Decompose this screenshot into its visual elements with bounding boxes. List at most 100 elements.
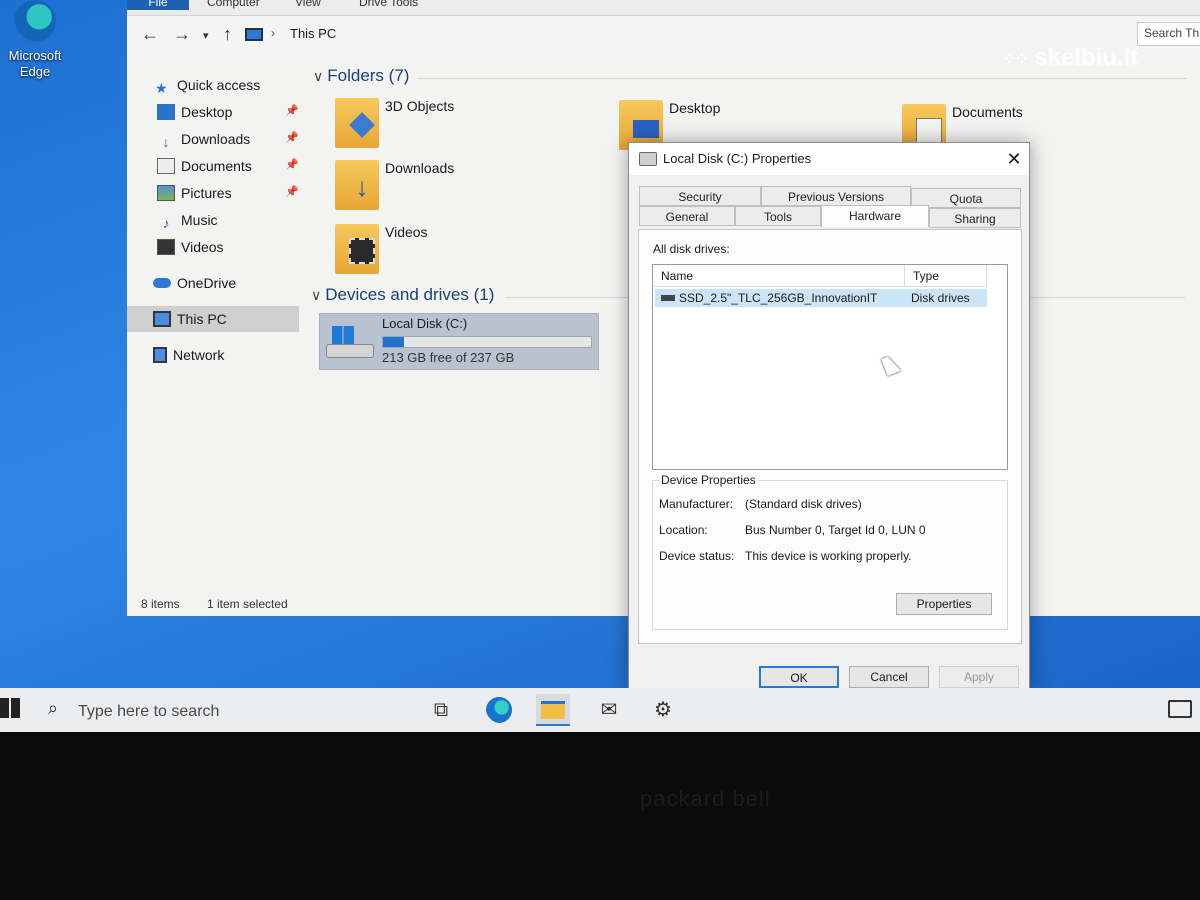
nav-quick-access-label: Quick access (177, 77, 261, 93)
pin-icon[interactable]: 📌 (285, 185, 299, 198)
folders-group-header[interactable]: ∨ Folders (7) (313, 66, 409, 86)
tab-sharing[interactable]: Sharing (929, 208, 1021, 228)
ribbon-tab-file[interactable]: File (127, 0, 189, 10)
devices-header-label: Devices and drives (1) (325, 285, 495, 304)
nav-item-label: Downloads (181, 131, 251, 147)
tab-previous-versions[interactable]: Previous Versions (761, 186, 911, 206)
up-arrow-icon[interactable]: ↑ (223, 24, 232, 45)
taskbar: ⌕ Type here to search ⧉ ✉ ⚙ (0, 688, 1200, 732)
nav-this-pc-label: This PC (177, 311, 227, 327)
address-field[interactable]: › This PC ▾ ↻ (245, 24, 1125, 46)
folder-icon: ↓ (335, 160, 379, 210)
desktop-screen: Microsoft Edge File Computer View Drive … (0, 0, 1200, 732)
nav-item-pictures[interactable]: Pictures (157, 182, 232, 204)
device-properties-group: Device Properties Manufacturer: (Standar… (652, 473, 1008, 630)
folder-downloads[interactable]: ↓ Downloads (335, 160, 555, 216)
tab-tools[interactable]: Tools (735, 206, 821, 226)
nav-item-music[interactable]: ♪ Music (157, 209, 218, 231)
drive-tile-local-disk-c[interactable]: Local Disk (C:) 213 GB free of 237 GB (319, 313, 599, 370)
network-icon (153, 347, 167, 363)
computer-icon (153, 311, 171, 327)
taskbar-file-explorer-icon[interactable] (536, 694, 570, 726)
task-view-icon[interactable]: ⧉ (424, 694, 458, 726)
disk-drives-list[interactable]: Name Type SSD_2.5"_TLC_256GB_InnovationI… (652, 264, 1008, 470)
disk-name: SSD_2.5"_TLC_256GB_InnovationIT (679, 291, 878, 305)
nav-item-downloads[interactable]: ↓ Downloads (157, 128, 251, 150)
windows-start-icon[interactable] (0, 698, 20, 718)
folder-3d-objects[interactable]: 3D Objects (335, 98, 555, 154)
edge-desktop-shortcut[interactable]: Microsoft Edge (0, 0, 70, 90)
ok-button[interactable]: OK (759, 666, 839, 688)
nav-network[interactable]: Network (153, 344, 224, 366)
nav-item-desktop[interactable]: Desktop (157, 101, 232, 123)
cancel-button[interactable]: Cancel (849, 666, 929, 688)
device-status-value: This device is working properly. (745, 549, 912, 563)
device-status-label: Device status: (659, 549, 735, 563)
taskbar-mail-icon[interactable]: ✉ (592, 694, 626, 726)
edge-icon (14, 0, 56, 42)
cloud-icon (153, 278, 171, 288)
taskbar-search-placeholder: Type here to search (78, 703, 220, 720)
tab-hardware[interactable]: Hardware (821, 205, 929, 227)
pin-icon[interactable]: 📌 (285, 158, 299, 171)
star-icon: ★ (155, 80, 168, 96)
recent-locations-chevron-icon[interactable]: ▾ (203, 29, 209, 42)
hard-drive-icon (326, 326, 374, 360)
desktop-monitor-icon (633, 120, 659, 138)
nav-item-label: Music (181, 212, 218, 228)
folder-name: Desktop (669, 100, 721, 116)
taskbar-search-box[interactable]: ⌕ Type here to search (40, 694, 410, 726)
document-icon (916, 118, 942, 144)
column-header-name[interactable]: Name (653, 265, 905, 287)
nav-item-label: Documents (181, 158, 252, 174)
tab-general[interactable]: General (639, 206, 735, 226)
nav-item-label: Videos (181, 239, 224, 255)
nav-item-documents[interactable]: Documents (157, 155, 252, 177)
ribbon-tab-drive-tools[interactable]: Drive Tools (359, 0, 418, 9)
taskbar-edge-icon[interactable] (482, 694, 516, 726)
dialog-title-bar[interactable]: Local Disk (C:) Properties ✕ (629, 143, 1029, 175)
drive-free-space: 213 GB free of 237 GB (382, 350, 515, 365)
picture-icon (157, 185, 175, 201)
ribbon-tab-view[interactable]: View (295, 0, 321, 9)
folder-videos[interactable]: Videos (335, 224, 555, 280)
notification-center-icon[interactable] (1168, 700, 1192, 718)
column-header-type[interactable]: Type (905, 265, 987, 287)
nav-network-label: Network (173, 347, 225, 363)
nav-item-label: Pictures (181, 185, 232, 201)
desktop-folder-icon (157, 104, 175, 120)
nav-this-pc[interactable]: This PC (153, 308, 227, 330)
drive-name: Local Disk (C:) (382, 316, 468, 331)
folder-icon (335, 224, 379, 274)
nav-onedrive[interactable]: OneDrive (153, 272, 236, 294)
laptop-brand-logo: packard bell (640, 786, 771, 811)
search-input[interactable]: Search Th (1137, 22, 1200, 46)
apply-button[interactable]: Apply (939, 666, 1019, 688)
drive-icon (639, 152, 657, 166)
device-properties-button[interactable]: Properties (896, 593, 992, 615)
disk-drive-icon (661, 295, 675, 301)
close-icon[interactable]: ✕ (1001, 147, 1027, 171)
disk-type: Disk drives (911, 291, 970, 305)
watermark: ⁘⁘ skelbiu.lt (1002, 44, 1138, 72)
disk-row-selected[interactable]: SSD_2.5"_TLC_256GB_InnovationIT Disk dri… (655, 289, 987, 307)
devices-group-header[interactable]: ∨ Devices and drives (1) (311, 285, 494, 305)
folder-name: Videos (385, 224, 428, 240)
manufacturer-label: Manufacturer: (659, 497, 734, 511)
forward-arrow-icon[interactable]: → (173, 24, 191, 45)
breadcrumb-chevron-icon[interactable]: › (271, 26, 275, 40)
breadcrumb[interactable]: This PC (290, 26, 336, 41)
status-item-count: 8 items (141, 597, 180, 611)
hardware-tab-panel: All disk drives: Name Type SSD_2.5"_TLC_… (638, 229, 1022, 644)
tab-security[interactable]: Security (639, 186, 761, 206)
nav-item-videos[interactable]: Videos (157, 236, 224, 258)
drive-usage-fill (383, 337, 404, 347)
back-arrow-icon[interactable]: ← (141, 24, 159, 45)
edge-shortcut-label: Microsoft Edge (8, 48, 62, 79)
pin-icon[interactable]: 📌 (285, 131, 299, 144)
nav-quick-access[interactable]: ★ Quick access (155, 74, 260, 96)
ribbon-tab-computer[interactable]: Computer (207, 0, 260, 9)
pin-icon[interactable]: 📌 (285, 104, 299, 117)
document-icon (157, 158, 175, 174)
taskbar-settings-gear-icon[interactable]: ⚙ (646, 694, 680, 726)
